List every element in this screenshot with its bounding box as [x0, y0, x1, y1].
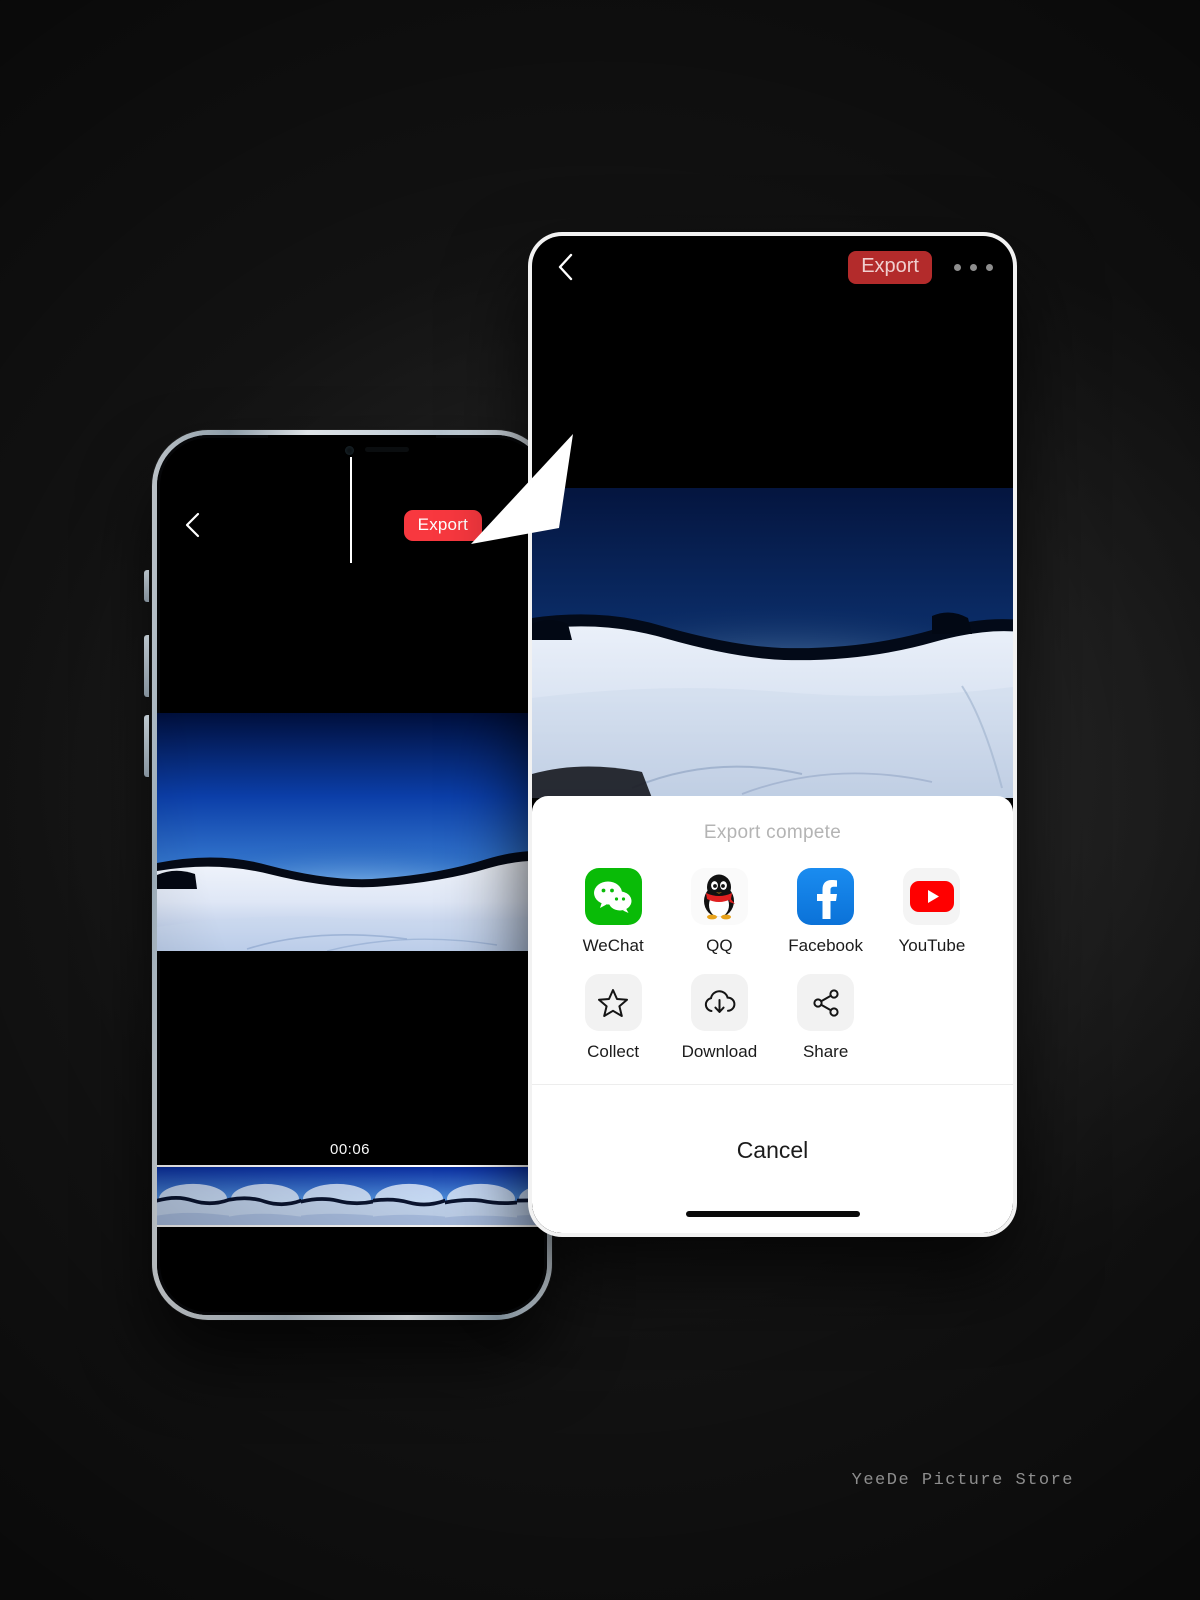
- right-phone-device: Export Export compete WeChat QQ Facebook…: [528, 232, 1017, 1237]
- cancel-button[interactable]: Cancel: [737, 1137, 809, 1164]
- share-option-label: QQ: [706, 936, 733, 955]
- more-dots-icon: [970, 263, 977, 271]
- share-option-label: YouTube: [898, 936, 966, 955]
- share-option-facebook[interactable]: Facebook: [773, 868, 879, 956]
- wechat-bubbles-icon: [594, 881, 632, 913]
- penguin-icon: [704, 874, 736, 919]
- share-nodes-icon: [797, 974, 855, 1031]
- back-button[interactable]: [179, 512, 205, 538]
- wechat-icon: [584, 868, 642, 925]
- share-option-label: WeChat: [582, 936, 644, 955]
- front-camera-icon: [345, 446, 355, 455]
- right-phone-screen: Export Export compete WeChat QQ Facebook…: [532, 236, 1013, 1233]
- more-dots-icon: [986, 263, 993, 271]
- left-phone-topbar: Export: [157, 497, 547, 553]
- more-options-button[interactable]: [498, 522, 525, 528]
- volume-up-button[interactable]: [144, 635, 149, 697]
- current-time-label: 00:06: [329, 1141, 371, 1158]
- timeline-thumbnail: [373, 1167, 445, 1225]
- home-indicator[interactable]: [685, 1211, 860, 1217]
- left-phone-device: Export 00:06: [144, 430, 560, 1320]
- timeline-thumbnail: [301, 1167, 373, 1225]
- qq-penguin-icon: [690, 868, 748, 925]
- export-button[interactable]: Export: [848, 250, 932, 284]
- share-apps-row-2: Collect Download Share: [532, 974, 1013, 1062]
- share-option-youtube[interactable]: YouTube: [879, 868, 985, 956]
- snow-panorama-image: [532, 488, 1013, 798]
- share-option-label: Download: [681, 1042, 758, 1061]
- cloud-download-icon: [690, 974, 748, 1031]
- video-preview[interactable]: [157, 713, 547, 951]
- share-option-share[interactable]: Share: [773, 974, 879, 1062]
- more-options-button[interactable]: [954, 263, 993, 271]
- share-option-label: Share: [802, 1042, 849, 1061]
- right-phone-topbar: Export: [532, 236, 1013, 298]
- cloud-arrow-down-icon: [704, 989, 736, 1013]
- star-icon: [584, 974, 642, 1031]
- share-apps-empty-slot: [879, 974, 985, 1062]
- export-button[interactable]: Export: [403, 509, 482, 541]
- more-dots-icon: [509, 522, 514, 528]
- star-outline-icon: [598, 989, 629, 1017]
- watermark-text: YeeDe Picture Store: [851, 1471, 1074, 1490]
- share-sheet: Export compete WeChat QQ Facebook YouTub…: [532, 796, 1013, 1233]
- volume-down-button[interactable]: [144, 715, 149, 777]
- snow-panorama-image: [157, 713, 547, 951]
- earpiece-speaker: [365, 447, 410, 452]
- share-apps-row-1: WeChat QQ Facebook YouTube: [532, 868, 1013, 956]
- silent-switch[interactable]: [144, 570, 149, 602]
- timeline-thumbnail: [157, 1167, 229, 1225]
- facebook-f-icon: [816, 879, 837, 919]
- share-option-qq[interactable]: QQ: [666, 868, 772, 956]
- chevron-left-icon: [185, 512, 200, 538]
- youtube-play-icon: [909, 881, 954, 912]
- share-option-collect[interactable]: Collect: [560, 974, 666, 1062]
- youtube-icon: [903, 868, 961, 925]
- facebook-icon: [797, 868, 855, 925]
- timeline-playhead[interactable]: [350, 457, 352, 563]
- back-button[interactable]: [556, 252, 584, 282]
- notch: [268, 435, 436, 465]
- share-network-icon: [813, 988, 839, 1017]
- timeline-thumbnail: [229, 1167, 301, 1225]
- timeline-thumbnail: [445, 1167, 517, 1225]
- share-sheet-title: Export compete: [703, 822, 842, 843]
- share-option-label: Collect: [587, 1042, 640, 1061]
- video-preview[interactable]: [532, 488, 1013, 798]
- share-option-wechat[interactable]: WeChat: [560, 868, 666, 956]
- left-phone-screen: Export 00:06: [157, 435, 547, 1315]
- more-dots-icon: [498, 522, 503, 528]
- more-dots-icon: [954, 263, 961, 271]
- chevron-left-icon: [558, 253, 573, 281]
- share-option-label: Facebook: [788, 936, 863, 955]
- more-dots-icon: [520, 522, 525, 528]
- timeline-strip[interactable]: [157, 1165, 547, 1227]
- share-option-download[interactable]: Download: [666, 974, 772, 1062]
